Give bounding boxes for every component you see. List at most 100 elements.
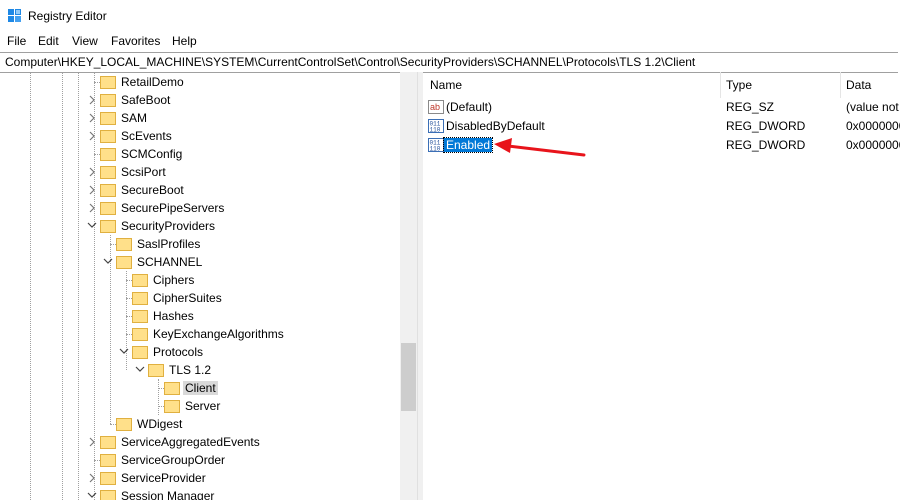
binary-value-icon: 011 110	[428, 119, 444, 133]
tree-item-ciphers[interactable]: Ciphers	[0, 271, 400, 289]
folder-open-icon	[100, 490, 116, 500]
tree-item-sam[interactable]: SAM	[0, 109, 400, 127]
tree-item-keyexchangealgorithms[interactable]: KeyExchangeAlgorithms	[0, 325, 400, 343]
folder-icon	[116, 238, 132, 251]
tree-item-wdigest[interactable]: WDigest	[0, 415, 400, 433]
annotation-arrow-icon	[494, 138, 586, 157]
tree-item-label: ScEvents	[121, 129, 172, 143]
tree-item-label-selected: Client	[183, 381, 218, 395]
value-row-disabledbydefault[interactable]: 011 110 DisabledByDefault REG_DWORD 0x00…	[422, 117, 900, 136]
tree-item-protocols[interactable]: Protocols	[0, 343, 400, 361]
tree-item-label: Protocols	[153, 345, 204, 359]
folder-open-icon	[100, 220, 116, 233]
tree-item-label: Session Manager	[121, 489, 215, 500]
folder-icon	[132, 274, 148, 287]
tree-item-label: ServiceProvider	[121, 471, 206, 485]
folder-open-icon	[132, 346, 148, 359]
column-separator[interactable]	[720, 72, 721, 98]
tree-item-scmconfig[interactable]: SCMConfig	[0, 145, 400, 163]
folder-icon	[100, 472, 116, 485]
tree-item-hashes[interactable]: Hashes	[0, 307, 400, 325]
svg-text:ab: ab	[430, 102, 440, 112]
folder-icon	[100, 436, 116, 449]
tree-item-label: Server	[185, 399, 221, 413]
tree-item-label: SaslProfiles	[137, 237, 201, 251]
column-header-name[interactable]: Name	[430, 78, 462, 92]
tree-item-label: Ciphers	[153, 273, 195, 287]
chevron-right-icon[interactable]	[86, 109, 100, 127]
tree-item-saslprofiles[interactable]: SaslProfiles	[0, 235, 400, 253]
chevron-right-icon[interactable]	[86, 199, 100, 217]
value-name: DisabledByDefault	[446, 119, 545, 133]
tree-item-session-manager[interactable]: Session Manager	[0, 487, 400, 500]
tree-item-servicegrouporder[interactable]: ServiceGroupOrder	[0, 451, 400, 469]
menu-edit[interactable]: Edit	[38, 34, 59, 48]
window-title: Registry Editor	[28, 9, 107, 23]
value-row-default[interactable]: ab (Default) REG_SZ (value not set)	[422, 98, 900, 117]
menu-bar: File Edit View Favorites Help	[0, 31, 900, 51]
tree-item-label: SecurityProviders	[121, 219, 216, 233]
tree-item-tls-1-2[interactable]: TLS 1.2	[0, 361, 400, 379]
tree-item-securityproviders[interactable]: SecurityProviders	[0, 217, 400, 235]
folder-icon	[132, 310, 148, 323]
tree-item-label: RetailDemo	[121, 75, 184, 89]
tree-item-secureboot[interactable]: SecureBoot	[0, 181, 400, 199]
tree-item-ciphersuites[interactable]: CipherSuites	[0, 289, 400, 307]
tree-item-scevents[interactable]: ScEvents	[0, 127, 400, 145]
tree-item-label: Hashes	[153, 309, 194, 323]
tree-item-scsiport[interactable]: ScsiPort	[0, 163, 400, 181]
menu-view[interactable]: View	[72, 34, 98, 48]
tree-item-server[interactable]: Server	[0, 397, 400, 415]
tree-item-label: SCMConfig	[121, 147, 183, 161]
chevron-down-icon[interactable]	[85, 217, 99, 235]
chevron-down-icon[interactable]	[101, 253, 115, 271]
folder-icon	[100, 454, 116, 467]
tree-item-label: SAM	[121, 111, 148, 125]
tree-item-label: WDigest	[137, 417, 183, 431]
menu-help[interactable]: Help	[172, 34, 197, 48]
chevron-right-icon[interactable]	[86, 433, 100, 451]
folder-icon	[100, 166, 116, 179]
value-data: (value not set)	[846, 100, 900, 114]
tree-scrollbar[interactable]	[400, 72, 417, 500]
folder-icon	[100, 184, 116, 197]
value-name: (Default)	[446, 100, 493, 114]
value-data: 0x00000000 (0)	[846, 119, 900, 133]
column-header-type[interactable]: Type	[726, 78, 752, 92]
menu-favorites[interactable]: Favorites	[111, 34, 160, 48]
chevron-down-icon[interactable]	[85, 487, 99, 500]
tree-item-safeboot[interactable]: SafeBoot	[0, 91, 400, 109]
scrollbar-thumb[interactable]	[401, 343, 416, 411]
tree-item-schannel[interactable]: SCHANNEL	[0, 253, 400, 271]
tree-item-label: TLS 1.2	[169, 363, 212, 377]
tree-item-serviceprovider[interactable]: ServiceProvider	[0, 469, 400, 487]
chevron-right-icon[interactable]	[86, 91, 100, 109]
menu-file[interactable]: File	[7, 34, 26, 48]
column-header-data[interactable]: Data	[846, 78, 871, 92]
value-type: REG_SZ	[726, 100, 775, 114]
binary-value-icon: 011 110	[428, 138, 444, 152]
folder-icon	[100, 94, 116, 107]
folder-icon	[100, 202, 116, 215]
tree-item-retaildemo[interactable]: RetailDemo	[0, 73, 400, 91]
key-tree[interactable]: RetailDemo SafeBoot SAM ScEvents SCMConf…	[0, 72, 400, 500]
chevron-down-icon[interactable]	[117, 343, 131, 361]
chevron-down-icon[interactable]	[133, 361, 147, 379]
chevron-right-icon[interactable]	[86, 163, 100, 181]
folder-open-icon	[116, 256, 132, 269]
tree-item-label: KeyExchangeAlgorithms	[153, 327, 284, 341]
folder-icon	[164, 400, 180, 413]
tree-item-serviceaggregatedevents[interactable]: ServiceAggregatedEvents	[0, 433, 400, 451]
tree-item-label: ServiceAggregatedEvents	[121, 435, 260, 449]
chevron-right-icon[interactable]	[86, 127, 100, 145]
chevron-right-icon[interactable]	[86, 469, 100, 487]
tree-item-label: SecureBoot	[121, 183, 184, 197]
address-bar[interactable]: Computer\HKEY_LOCAL_MACHINE\SYSTEM\Curre…	[0, 52, 898, 73]
chevron-right-icon[interactable]	[86, 181, 100, 199]
tree-item-securepipeservers[interactable]: SecurePipeServers	[0, 199, 400, 217]
folder-icon	[132, 328, 148, 341]
registry-editor-app-icon	[8, 9, 21, 22]
tree-item-label: SecurePipeServers	[121, 201, 225, 215]
column-separator[interactable]	[840, 72, 841, 98]
tree-item-client[interactable]: Client	[0, 379, 400, 397]
